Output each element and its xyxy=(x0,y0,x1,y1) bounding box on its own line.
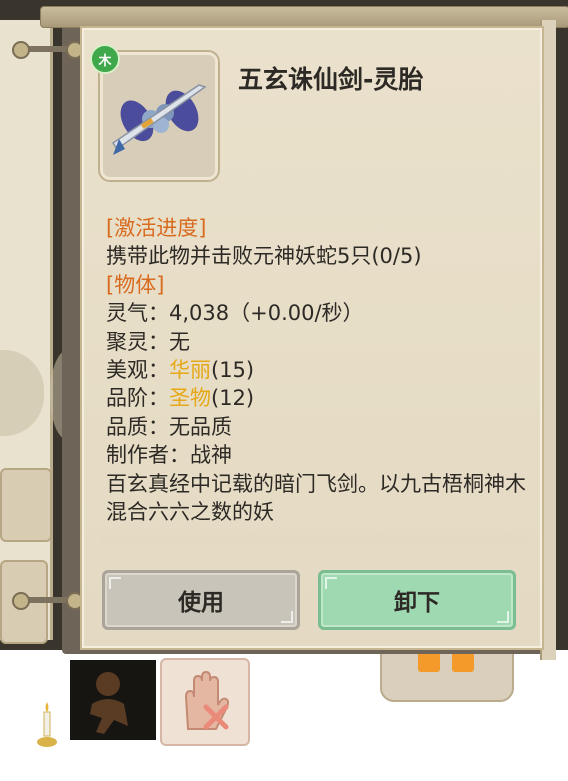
activation-progress-header: [激活进度] xyxy=(106,216,207,240)
wood-element-badge: 木 xyxy=(90,44,120,74)
character-action-slot[interactable] xyxy=(70,660,156,740)
item-info-text[interactable]: [激活进度] 携带此物并击败元神妖蛇5只(0/5) [物体] 灵气：4,038（… xyxy=(106,214,526,542)
pinzhi-label: 品质： xyxy=(106,414,169,439)
item-description: 百玄真经中记载的暗门飞剑。以九古梧桐神木混合六六之数的妖 xyxy=(106,471,526,525)
pinjie-row: 品阶：圣物(12) xyxy=(106,384,526,412)
juling-label: 聚灵： xyxy=(106,329,169,354)
unequip-button-label: 卸下 xyxy=(394,590,440,616)
button-corner-ornament xyxy=(325,577,337,589)
lingqi-row: 灵气：4,038（+0.00/秒） xyxy=(106,299,526,327)
item-icon-slot xyxy=(100,52,218,180)
button-corner-ornament xyxy=(497,611,509,623)
pinjie-value: 圣物 xyxy=(169,386,211,411)
pinzhi-value: 无品质 xyxy=(169,414,232,439)
meiguan-row: 美观：华丽(15) xyxy=(106,356,526,384)
button-corner-ornament xyxy=(109,577,121,589)
background-tile xyxy=(0,468,52,542)
juling-value: 无 xyxy=(169,329,190,354)
use-button-label: 使用 xyxy=(178,590,224,616)
juling-row: 聚灵：无 xyxy=(106,328,526,356)
kneeling-figure-icon xyxy=(90,672,128,734)
use-button[interactable]: 使用 xyxy=(102,570,300,630)
activation-progress-text: 携带此物并击败元神妖蛇5只(0/5) xyxy=(106,244,422,269)
scroll-knob xyxy=(12,41,30,59)
maker-row: 制作者：战神 xyxy=(106,441,526,469)
flying-sword-icon xyxy=(111,84,207,155)
text-fade-overlay xyxy=(100,528,530,544)
scroll-knob xyxy=(12,592,30,610)
meiguan-number: (15) xyxy=(211,358,255,383)
maker-label: 制作者： xyxy=(106,443,190,468)
pinjie-number: (12) xyxy=(211,386,255,411)
panel-top-rod xyxy=(40,6,568,28)
maker-value: 战神 xyxy=(190,443,232,468)
hand-cancel-icon xyxy=(184,670,229,730)
background-scroll-panel xyxy=(0,20,53,640)
button-corner-ornament xyxy=(281,611,293,623)
lingqi-value: 4,038（+0.00/秒） xyxy=(169,301,364,326)
meiguan-label: 美观： xyxy=(106,358,169,383)
pinzhi-row: 品质：无品质 xyxy=(106,413,526,441)
meiguan-value: 华丽 xyxy=(169,358,211,383)
candle-icon xyxy=(36,700,58,750)
lingqi-label: 灵气： xyxy=(106,301,169,326)
object-header: [物体] xyxy=(106,272,165,297)
item-title: 五玄诛仙剑-灵胎 xyxy=(238,65,424,94)
unequip-button[interactable]: 卸下 xyxy=(318,570,516,630)
pinjie-label: 品阶： xyxy=(106,386,169,411)
cancel-hand-button[interactable] xyxy=(160,658,250,746)
